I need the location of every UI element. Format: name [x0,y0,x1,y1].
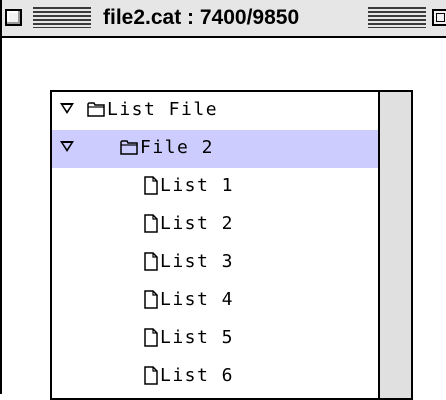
window-title: file2.cat : 7400/9850 [99,4,304,32]
folder-icon [87,102,105,117]
title-bar[interactable]: file2.cat : 7400/9850 [2,0,446,38]
document-icon [144,290,158,309]
tree-item-list-2[interactable]: List 2 [52,206,378,244]
tree-item-label: List File [107,99,219,120]
disclosure-triangle-expanded-icon[interactable] [60,141,74,152]
tree-item-list-1[interactable]: List 1 [52,168,378,206]
tree-item-list-6[interactable]: List 6 [52,358,378,396]
tree-item-file-2[interactable]: File 2 [52,130,378,168]
outline-list-pane: List File File 2 List 1 List 2 List 3 Li… [50,90,413,400]
tree-item-label: File 2 [140,137,215,158]
disclosure-triangle-expanded-icon[interactable] [60,103,74,114]
catalog-window: file2.cat : 7400/9850 List File File 2 L… [0,0,446,400]
tree-item-list-4[interactable]: List 4 [52,282,378,320]
document-icon [144,252,158,271]
tree-item-label: List 5 [160,327,235,348]
tree-item-label: List 4 [160,289,235,310]
title-bar-stripes-left [33,7,91,28]
title-bar-stripes-right [368,7,426,28]
outline-list: List File File 2 List 1 List 2 List 3 Li… [52,92,378,398]
close-box[interactable] [5,9,22,26]
document-icon [144,328,158,347]
vertical-scrollbar[interactable] [378,92,411,398]
tree-item-list-file[interactable]: List File [52,92,378,130]
document-icon [144,366,158,385]
tree-item-list-3[interactable]: List 3 [52,244,378,282]
tree-item-list-5[interactable]: List 5 [52,320,378,358]
tree-item-label: List 3 [160,251,235,272]
tree-item-label: List 6 [160,365,235,386]
folder-icon [120,140,138,155]
zoom-box[interactable] [432,9,446,26]
tree-item-label: List 2 [160,213,235,234]
document-icon [144,214,158,233]
tree-item-label: List 1 [160,175,235,196]
document-icon [144,176,158,195]
